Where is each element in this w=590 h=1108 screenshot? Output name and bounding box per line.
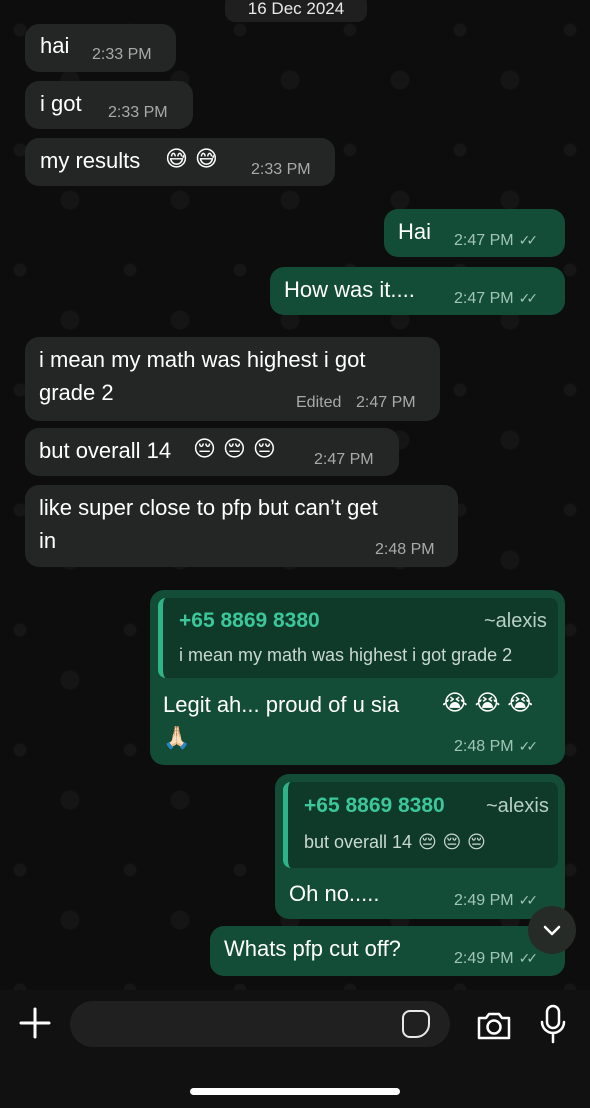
message-bubble-incoming[interactable]: i got 2:33 PM [25,81,193,129]
message-bubble-outgoing[interactable]: How was it.... 2:47 PM ✓✓ [270,267,565,315]
read-ticks-icon: ✓✓ [518,738,539,754]
message-time: 2:33 PM [92,46,152,63]
quoted-message[interactable]: +65 8869 8380 ~alexis but overall 14 😔 😔… [283,782,558,868]
time-label: 2:49 PM [454,892,514,909]
message-bubble-outgoing-reply[interactable]: +65 8869 8380 ~alexis but overall 14 😔 😔… [275,774,565,919]
time-label: 2:47 PM [454,232,514,249]
microphone-icon [540,1004,566,1044]
message-text-line: like super close to pfp but can’t get [39,495,378,520]
sticker-icon[interactable] [402,1010,430,1038]
message-time: 2:47 PM [356,394,416,411]
edited-label: Edited [296,394,342,411]
chevron-down-icon [543,925,561,936]
read-ticks-icon: ✓✓ [518,950,539,966]
camera-button[interactable] [474,1005,514,1045]
message-text: Hai [398,219,432,244]
message-input[interactable] [70,1001,450,1047]
message-time: 2:33 PM [108,104,168,121]
read-ticks-icon: ✓✓ [518,290,539,306]
read-ticks-icon: ✓✓ [518,232,539,248]
emoji: 😭 😭 😭 [442,691,534,716]
quoted-sender-phone: +65 8869 8380 [179,609,320,632]
message-bubble-incoming[interactable]: hai 2:33 PM [25,24,176,72]
time-label: 2:49 PM [454,950,514,967]
message-text: my results [40,148,141,173]
plus-icon [19,1007,51,1039]
emoji: 🙏🏻 [163,726,191,751]
message-bubble-incoming[interactable]: my results 😅 😅 2:33 PM [25,138,335,186]
message-bubble-incoming[interactable]: i mean my math was highest i got grade 2… [25,337,440,421]
emoji: 😔 😔 😔 [418,832,486,853]
message-bubble-outgoing[interactable]: Whats pfp cut off? 2:49 PM ✓✓ [210,926,565,976]
message-time: 2:47 PM ✓✓ [454,290,539,308]
quoted-text: i mean my math was highest i got grade 2 [179,645,513,665]
add-attachment-button[interactable] [16,1002,54,1044]
message-text-line: in [39,528,57,553]
chat-area[interactable]: 16 Dec 2024 hai 2:33 PM i got 2:33 PM my… [0,0,590,990]
message-bubble-outgoing-reply[interactable]: +65 8869 8380 ~alexis i mean my math was… [150,590,565,765]
message-time: 2:47 PM [314,451,374,468]
voice-message-button[interactable] [538,1003,568,1045]
message-bubble-incoming[interactable]: like super close to pfp but can’t get in… [25,485,458,567]
message-text: hai [40,33,70,58]
quoted-message[interactable]: +65 8869 8380 ~alexis i mean my math was… [158,598,558,678]
message-bubble-outgoing[interactable]: Hai 2:47 PM ✓✓ [384,209,565,257]
message-text: Legit ah... proud of u sia [163,692,400,717]
message-time: 2:33 PM [251,161,311,178]
scroll-to-bottom-button[interactable] [528,906,576,954]
message-text: Oh no..... [289,881,380,906]
home-indicator[interactable] [190,1088,400,1095]
quoted-sender-phone: +65 8869 8380 [304,794,445,817]
message-text: How was it.... [284,277,415,302]
message-text-line: grade 2 [39,380,114,405]
emoji: 😔 😔 😔 [193,437,276,462]
read-ticks-icon: ✓✓ [518,892,539,908]
quoted-text: but overall 14 [304,832,413,852]
emoji: 😅 😅 [165,147,218,172]
time-label: 2:48 PM [454,738,514,755]
message-bubble-incoming[interactable]: but overall 14 😔 😔 😔 2:47 PM [25,428,399,476]
message-text: i got [40,91,82,116]
message-text-line: i mean my math was highest i got [39,347,366,372]
message-text: Whats pfp cut off? [224,936,401,961]
message-time: 2:49 PM ✓✓ [454,892,539,910]
quoted-sender-name: ~alexis [486,795,549,817]
date-separator: 16 Dec 2024 [225,0,367,22]
message-time: 2:48 PM [375,541,435,558]
message-time: 2:47 PM ✓✓ [454,232,539,250]
message-time: 2:49 PM ✓✓ [454,950,539,968]
message-time: 2:48 PM ✓✓ [454,738,539,756]
time-label: 2:47 PM [454,290,514,307]
message-text: but overall 14 [39,438,172,463]
quoted-sender-name: ~alexis [484,610,547,632]
camera-icon [477,1012,511,1040]
